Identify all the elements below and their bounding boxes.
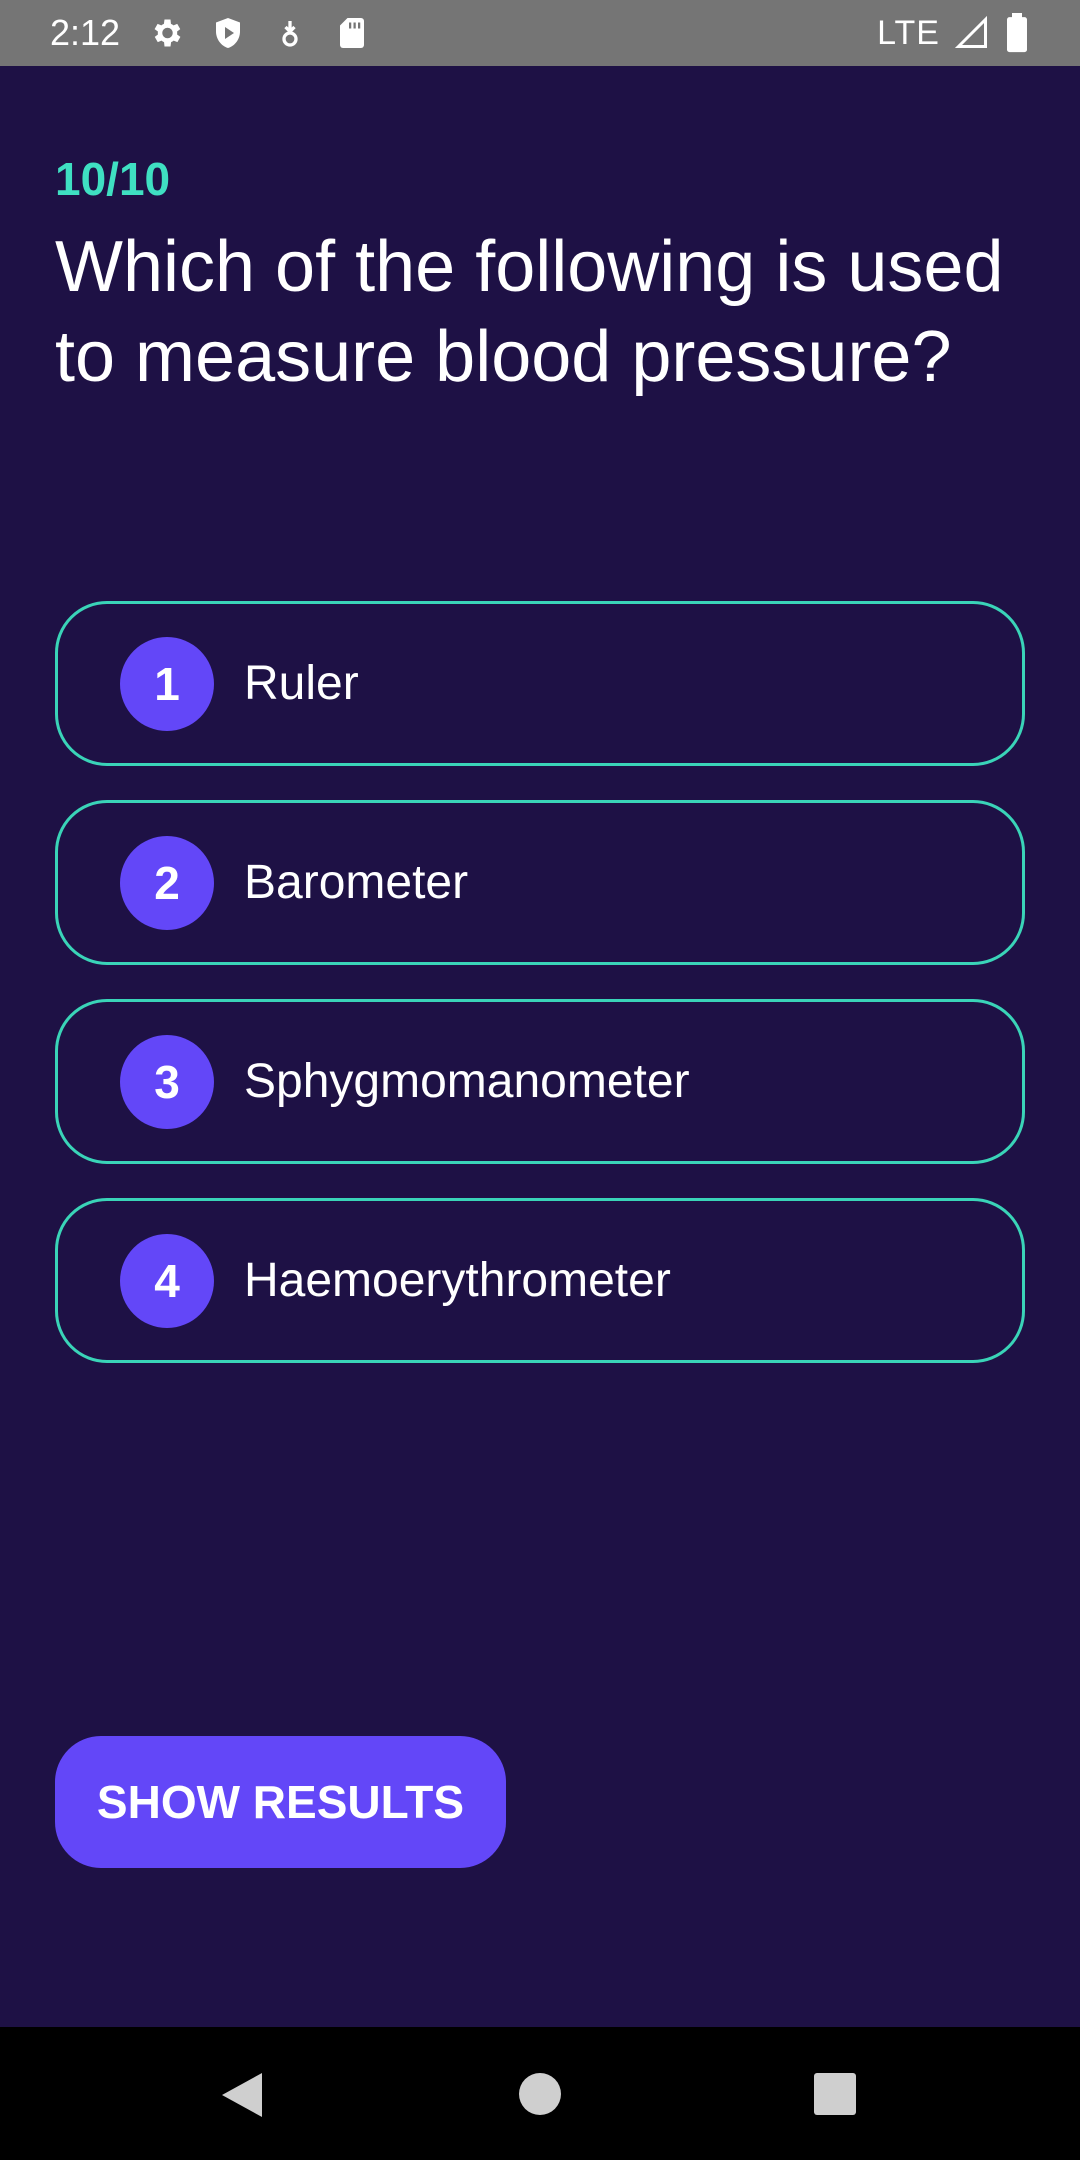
answer-label: Ruler bbox=[244, 657, 359, 710]
status-bar: 2:12 LTE bbox=[0, 0, 1080, 66]
answer-number-badge: 2 bbox=[120, 835, 214, 930]
sd-card-icon bbox=[334, 15, 370, 51]
download-icon bbox=[272, 15, 308, 51]
answer-option-2[interactable]: 2 Barometer bbox=[55, 800, 1025, 965]
show-results-button[interactable]: SHOW RESULTS bbox=[55, 1736, 506, 1868]
status-right: LTE bbox=[877, 13, 1030, 53]
answer-number-badge: 4 bbox=[120, 1233, 214, 1328]
navigation-bar bbox=[0, 2027, 1080, 2160]
network-type: LTE bbox=[877, 13, 940, 52]
answer-label: Sphygmomanometer bbox=[244, 1055, 690, 1108]
shield-play-icon bbox=[210, 15, 246, 51]
gear-icon bbox=[148, 15, 184, 51]
answer-label: Barometer bbox=[244, 856, 469, 909]
battery-icon bbox=[1004, 13, 1030, 53]
home-icon[interactable] bbox=[519, 2073, 561, 2120]
answer-option-3[interactable]: 3 Sphygmomanometer bbox=[55, 999, 1025, 1164]
signal-icon bbox=[954, 15, 990, 51]
answer-number-badge: 3 bbox=[120, 1034, 214, 1129]
answer-option-4[interactable]: 4 Haemoerythrometer bbox=[55, 1198, 1025, 1363]
answer-option-1[interactable]: 1 Ruler bbox=[55, 601, 1025, 766]
back-icon[interactable] bbox=[220, 2071, 264, 2124]
status-time: 2:12 bbox=[50, 12, 121, 53]
status-icons bbox=[148, 15, 370, 51]
recents-icon[interactable] bbox=[814, 2073, 856, 2120]
answer-label: Haemoerythrometer bbox=[244, 1254, 671, 1307]
question-progress: 10/10 bbox=[55, 153, 171, 205]
question-text: Which of the following is used to measur… bbox=[55, 227, 1004, 397]
answer-number-badge: 1 bbox=[120, 636, 214, 731]
answer-list: 1 Ruler 2 Barometer 3 Sphygmomanometer 4… bbox=[55, 601, 1025, 1397]
